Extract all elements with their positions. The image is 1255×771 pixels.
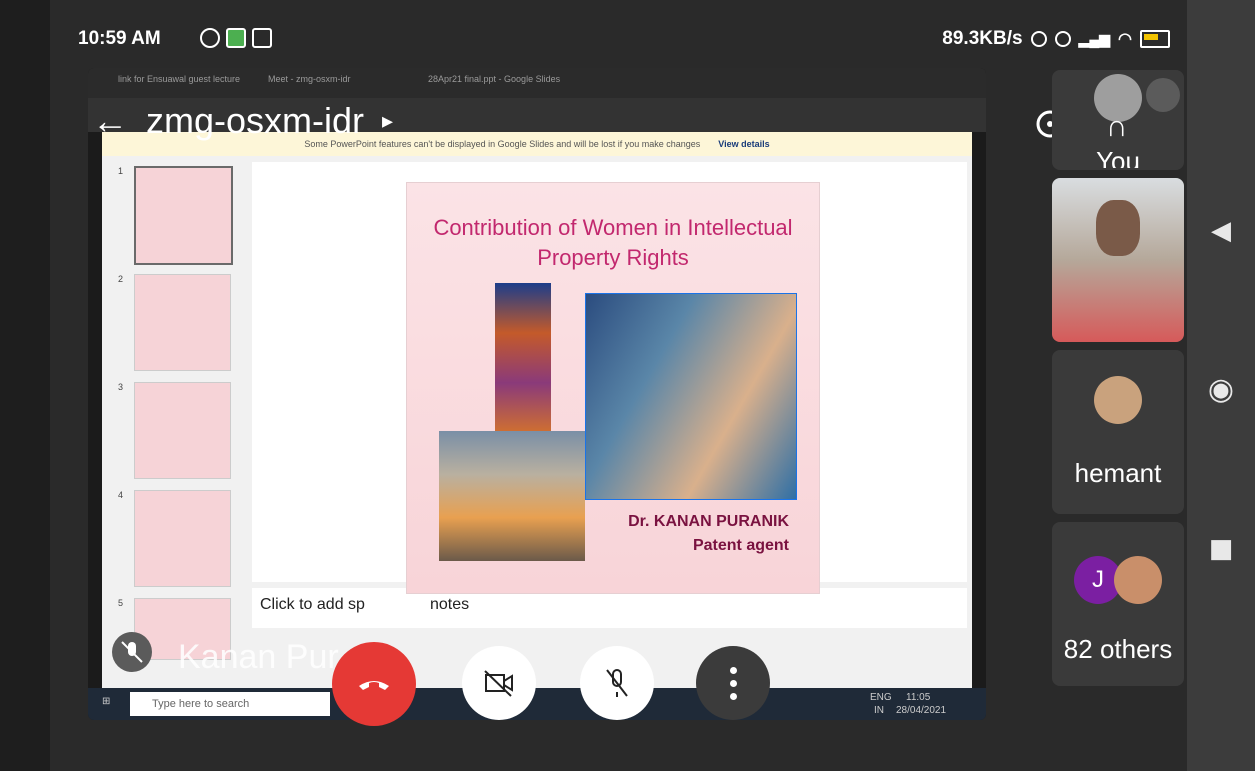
whatsapp-icon — [200, 28, 220, 48]
back-arrow-icon[interactable]: ← — [92, 100, 128, 142]
thumb-number: 1 — [118, 166, 124, 176]
hang-up-icon — [359, 681, 389, 690]
signal-icon: ▂▄▆ — [1078, 30, 1111, 47]
taskbar-lang: ENG — [870, 692, 892, 703]
browser-tab[interactable]: 28Apr21 final.ppt - Google Slides — [428, 74, 560, 96]
slide-thumbnails: 1 2 3 4 5 — [116, 162, 236, 682]
taskbar-search[interactable]: Type here to search — [130, 692, 330, 716]
slide-thumb-1[interactable] — [134, 166, 233, 265]
taskbar-region: IN — [874, 705, 884, 716]
participant-name: hemant — [1074, 458, 1162, 488]
status-bar: 10:59 AM 89.3KB/s ▂▄▆ ◠ — [60, 22, 1180, 62]
status-time: 10:59 AM — [78, 28, 161, 49]
view-details-link[interactable]: View details — [718, 139, 769, 149]
slide-title: Contribution of Women in Intellectual Pr… — [427, 213, 799, 273]
participant-name: You — [1096, 146, 1140, 168]
mic-off-icon — [606, 669, 628, 697]
battery-icon — [1140, 30, 1170, 48]
windows-start-icon[interactable]: ⊞ — [102, 696, 110, 707]
you-mic-off-icon — [1146, 78, 1180, 112]
scientists-photo[interactable] — [585, 293, 797, 500]
browser-tab[interactable]: Meet - zmg-osxm-idr — [268, 74, 351, 96]
end-call-button[interactable] — [332, 642, 416, 726]
notes-placeholder-tail: notes — [430, 596, 470, 613]
participant-tile-you[interactable]: ∩ You — [1052, 70, 1184, 170]
thumb-number: 5 — [118, 598, 124, 608]
slide-thumb-2[interactable] — [134, 274, 231, 371]
more-dot — [729, 692, 737, 700]
hemant-avatar — [1094, 376, 1142, 424]
meeting-code[interactable]: zmg-osxm-idr — [146, 100, 364, 142]
participant-face — [1096, 200, 1140, 256]
status-notification-icons — [200, 28, 272, 48]
taskbar-clock: 11:05 — [906, 692, 931, 703]
gallery-icon — [226, 28, 246, 48]
nav-recents-icon[interactable]: ■ — [1187, 534, 1255, 564]
slide-title-line1: Contribution of Women in Intellectual — [433, 215, 793, 240]
thumb-number: 2 — [118, 274, 124, 284]
shared-screen: link for Ensuawal guest lecture Meet - z… — [88, 68, 986, 720]
participant-tile-video[interactable] — [1052, 178, 1184, 342]
headphones-icon: ∩ — [1106, 110, 1128, 143]
slide-thumb-4[interactable] — [134, 490, 231, 587]
status-right: 89.3KB/s ▂▄▆ ◠ — [942, 28, 1170, 50]
participant-tile-others[interactable]: J 82 others — [1052, 522, 1184, 686]
slide-role: Patent agent — [692, 537, 789, 554]
women-collage-image[interactable] — [495, 283, 551, 433]
rocket-launch-image[interactable] — [439, 431, 585, 561]
left-bezel — [0, 0, 50, 771]
current-slide[interactable]: Contribution of Women in Intellectual Pr… — [406, 182, 820, 594]
headset-icon — [1030, 31, 1047, 47]
phone-screen: 10:59 AM 89.3KB/s ▂▄▆ ◠ link for Ensuawa… — [0, 0, 1255, 771]
slide-thumb-3[interactable] — [134, 382, 231, 479]
camera-off-icon — [484, 670, 513, 697]
more-options-button[interactable] — [696, 646, 770, 720]
taskbar-date: 28/04/2021 — [896, 705, 947, 716]
speaker-notes[interactable]: Click to add sp notes — [252, 588, 967, 628]
nav-back-icon[interactable]: ◀ — [1187, 216, 1255, 246]
mic-off-button[interactable] — [580, 646, 654, 720]
browser-tab[interactable]: link for Ensuawal guest lecture — [118, 74, 240, 96]
android-nav-bar: ◀ ◉ ■ — [1187, 0, 1255, 771]
chevron-right-icon[interactable]: ▸ — [382, 108, 393, 134]
screen-record-icon — [252, 28, 272, 48]
net-speed: 89.3KB/s — [942, 28, 1023, 49]
thumb-number: 4 — [118, 490, 124, 500]
notes-placeholder: Click to add sp — [260, 596, 365, 613]
windows-taskbar: ⊞ Type here to search ENG IN 11:05 28/04… — [88, 688, 986, 720]
alarm-icon — [1054, 31, 1071, 47]
more-dot — [729, 666, 737, 674]
slide-author: Dr. KANAN PURANIK — [628, 513, 789, 530]
camera-off-button[interactable] — [462, 646, 536, 720]
slide-title-line2: Property Rights — [537, 245, 689, 270]
browser-tab-strip: link for Ensuawal guest lecture Meet - z… — [88, 68, 986, 98]
thumb-number: 3 — [118, 382, 124, 392]
presenter-name: Kanan Pur — [178, 638, 339, 676]
participant-tile-hemant[interactable]: hemant — [1052, 350, 1184, 514]
participant-name: 82 others — [1063, 634, 1173, 664]
others-avatar-photo — [1114, 556, 1162, 604]
meet-header: ← zmg-osxm-idr ▸ — [92, 100, 393, 142]
wifi-icon: ◠ — [1118, 31, 1132, 48]
nav-home-icon[interactable]: ◉ — [1187, 372, 1255, 407]
more-dot — [729, 679, 737, 687]
presenter-mic-off-icon — [112, 632, 152, 672]
